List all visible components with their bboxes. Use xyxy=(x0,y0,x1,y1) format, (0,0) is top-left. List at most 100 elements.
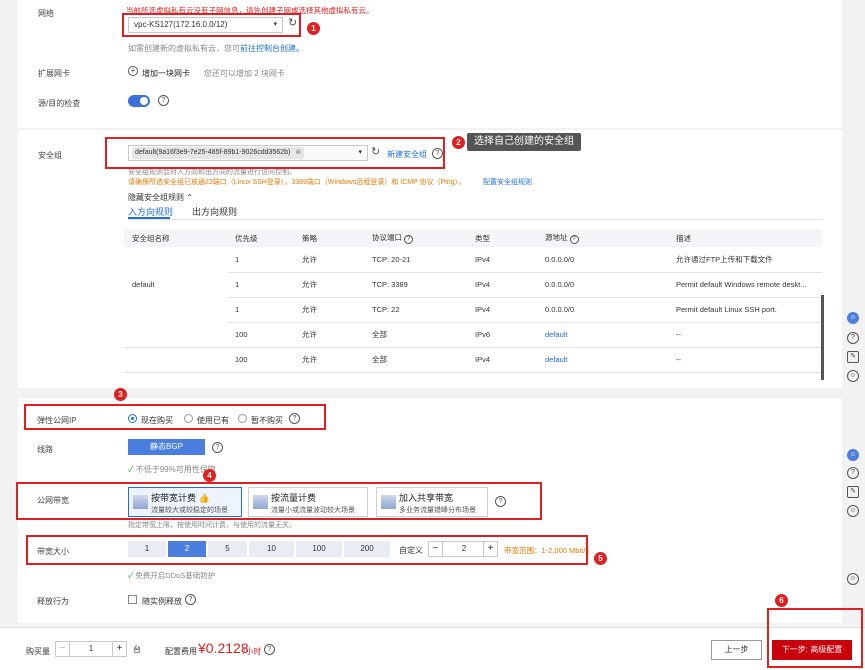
vpc-console-link[interactable]: 前往控制台创建。 xyxy=(240,44,304,53)
help-icon[interactable]: ? xyxy=(212,442,223,453)
chat-icon[interactable]: ☺ xyxy=(847,449,859,461)
cell-priority: 1 xyxy=(227,272,294,298)
quantity-value[interactable]: 1 xyxy=(70,642,112,656)
cell-desc: -- xyxy=(668,347,822,373)
hide-rules-toggle[interactable]: 隐藏安全组规则 ⌃ xyxy=(128,192,193,203)
highlight-bandwidth-size xyxy=(26,535,588,565)
chat-icon[interactable]: ☺ xyxy=(847,312,859,324)
highlight-next-button xyxy=(767,608,863,668)
cell-priority: 100 xyxy=(227,322,294,348)
feedback-icon[interactable]: ☺ xyxy=(847,505,859,517)
cell-type: IPv4 xyxy=(467,347,537,373)
fee-unit: /小时 xyxy=(243,647,262,656)
help-icon[interactable]: ? xyxy=(404,235,414,244)
release-checkbox-label[interactable]: 随实例释放 xyxy=(142,596,182,607)
table-row: 100 允许 全部 IPv6 default -- xyxy=(124,322,822,348)
security-group-warning: 请确保所选安全组已放通22端口（Linux SSH登录），3389端口（Wind… xyxy=(128,179,466,186)
line-label: 线路 xyxy=(37,445,53,454)
help-icon[interactable]: ? xyxy=(847,332,859,344)
footer-bar: 购买量 − 1 + 台 配置费用 ¥0.2128 /小时 ? 上一步 下一步: … xyxy=(0,627,865,670)
col-priority: 优先级 xyxy=(227,229,294,247)
help-icon[interactable]: ? xyxy=(264,644,275,655)
chevron-up-icon: ⌃ xyxy=(186,193,193,202)
annotation-5: 5 xyxy=(594,552,607,565)
table-row: 1 允许 TCP: 3389 IPv4 0.0.0.0/0 Permit default … xyxy=(124,272,822,298)
col-source: 源地址 ? xyxy=(537,229,668,247)
bandwidth-note: 指定带宽上限，按使用时间计费，与使用的流量无关。 xyxy=(128,522,296,529)
help-icon[interactable]: ? xyxy=(847,467,859,479)
highlight-security-group xyxy=(105,137,445,169)
table-row: 100 允许 全部 IPv4 default -- xyxy=(124,347,822,373)
table-row: default 1 允许 TCP: 20-21 IPv4 0.0.0.0/0 允许通过FTP… xyxy=(124,247,822,289)
cell-desc: -- xyxy=(668,322,822,348)
table-scrollbar[interactable] xyxy=(821,295,824,380)
cell-port: TCP: 3389 xyxy=(364,272,467,298)
quantity-label: 购买量 xyxy=(26,647,50,656)
cell-port: 全部 xyxy=(364,322,467,348)
ddos-text: ✓ 免费开启DDoS基础防护 xyxy=(128,570,215,581)
src-dst-check-label: 源/目的检查 xyxy=(38,99,81,108)
side-toolbar-top: ☺ ? ✎ ☺ xyxy=(845,308,865,388)
cell-source: 0.0.0.0/0 xyxy=(537,247,668,273)
fee-label: 配置费用 xyxy=(165,647,197,656)
cell-policy: 允许 xyxy=(294,322,364,348)
vpc-hint: 如需创建新的虚拟私有云，您可前往控制台创建。 xyxy=(128,43,304,54)
cell-type: IPv4 xyxy=(467,247,537,273)
tab-outbound[interactable]: 出方向规则 xyxy=(192,205,237,218)
annotation-1: 1 xyxy=(307,22,320,35)
col-sg-name: 安全组名称 xyxy=(124,229,227,247)
plus-icon[interactable]: + xyxy=(112,642,126,656)
cell-type: IPv4 xyxy=(467,272,537,298)
annotation-4: 4 xyxy=(203,469,216,482)
feedback-icon[interactable]: ☺ xyxy=(847,573,859,585)
cell-source: 0.0.0.0/0 xyxy=(537,272,668,298)
cell-source[interactable]: default xyxy=(537,347,668,373)
release-label: 释放行为 xyxy=(37,597,69,606)
col-desc: 描述 xyxy=(668,229,822,247)
minus-icon[interactable]: − xyxy=(56,642,70,656)
side-toolbar-bottom: ☺ ? ✎ ☺ xyxy=(845,445,865,525)
ddos-label: 免费开启DDoS基础防护 xyxy=(135,571,216,580)
help-icon[interactable]: ? xyxy=(158,95,169,106)
cell-priority: 1 xyxy=(227,297,294,323)
toggle-knob xyxy=(140,97,148,105)
security-rules-table: 安全组名称 优先级 策略 协议端口 ? 类型 源地址 ? 描述 default 1… xyxy=(124,229,822,373)
col-port: 协议端口 ? xyxy=(364,229,467,247)
nic-label: 扩展网卡 xyxy=(38,69,70,78)
add-nic-link[interactable]: 增加一块网卡 xyxy=(142,68,190,79)
help-icon[interactable]: ? xyxy=(185,594,196,605)
cell-desc: Permit default Linux SSH port. xyxy=(668,297,822,323)
cell-sg-name-empty xyxy=(124,322,227,348)
col-policy: 策略 xyxy=(294,229,364,247)
quantity-stepper[interactable]: − 1 + xyxy=(55,641,127,657)
cell-sg-name: default xyxy=(132,280,155,289)
cell-port: TCP: 20-21 xyxy=(364,247,467,273)
help-icon[interactable]: ? xyxy=(569,235,579,244)
check-circle-icon: ✓ xyxy=(128,465,134,474)
prev-button[interactable]: 上一步 xyxy=(711,640,762,660)
highlight-eip xyxy=(24,404,326,430)
fee-value: ¥0.2128 xyxy=(198,640,249,656)
src-dst-toggle[interactable] xyxy=(128,95,150,107)
cell-port: 全部 xyxy=(364,347,467,373)
tab-divider xyxy=(128,219,823,220)
line-bgp-button[interactable]: 静态BGP xyxy=(128,439,205,455)
nic-remaining: 您还可以增加 2 块网卡 xyxy=(204,69,285,78)
cell-desc: 允许通过FTP上传和下载文件 xyxy=(668,247,822,273)
cell-policy: 允许 xyxy=(294,272,364,298)
table-header-row: 安全组名称 优先级 策略 协议端口 ? 类型 源地址 ? 描述 xyxy=(124,229,822,247)
cell-source[interactable]: default xyxy=(537,322,668,348)
cell-priority: 1 xyxy=(227,247,294,273)
highlight-vpc xyxy=(122,13,301,37)
configure-rules-link[interactable]: 配置安全组规则 xyxy=(483,177,532,187)
security-group-label: 安全组 xyxy=(38,151,62,160)
release-checkbox[interactable] xyxy=(128,595,137,604)
add-icon[interactable]: + xyxy=(128,66,138,76)
edit-icon[interactable]: ✎ xyxy=(847,486,859,498)
col-type: 类型 xyxy=(467,229,537,247)
feedback-icon[interactable]: ☺ xyxy=(847,370,859,382)
table-row: 1 允许 TCP: 22 IPv4 0.0.0.0/0 Permit default Li… xyxy=(124,297,822,323)
cell-type: IPv6 xyxy=(467,322,537,348)
edit-icon[interactable]: ✎ xyxy=(847,351,859,363)
cell-desc: Permit default Windows remote deskt... xyxy=(668,272,822,298)
